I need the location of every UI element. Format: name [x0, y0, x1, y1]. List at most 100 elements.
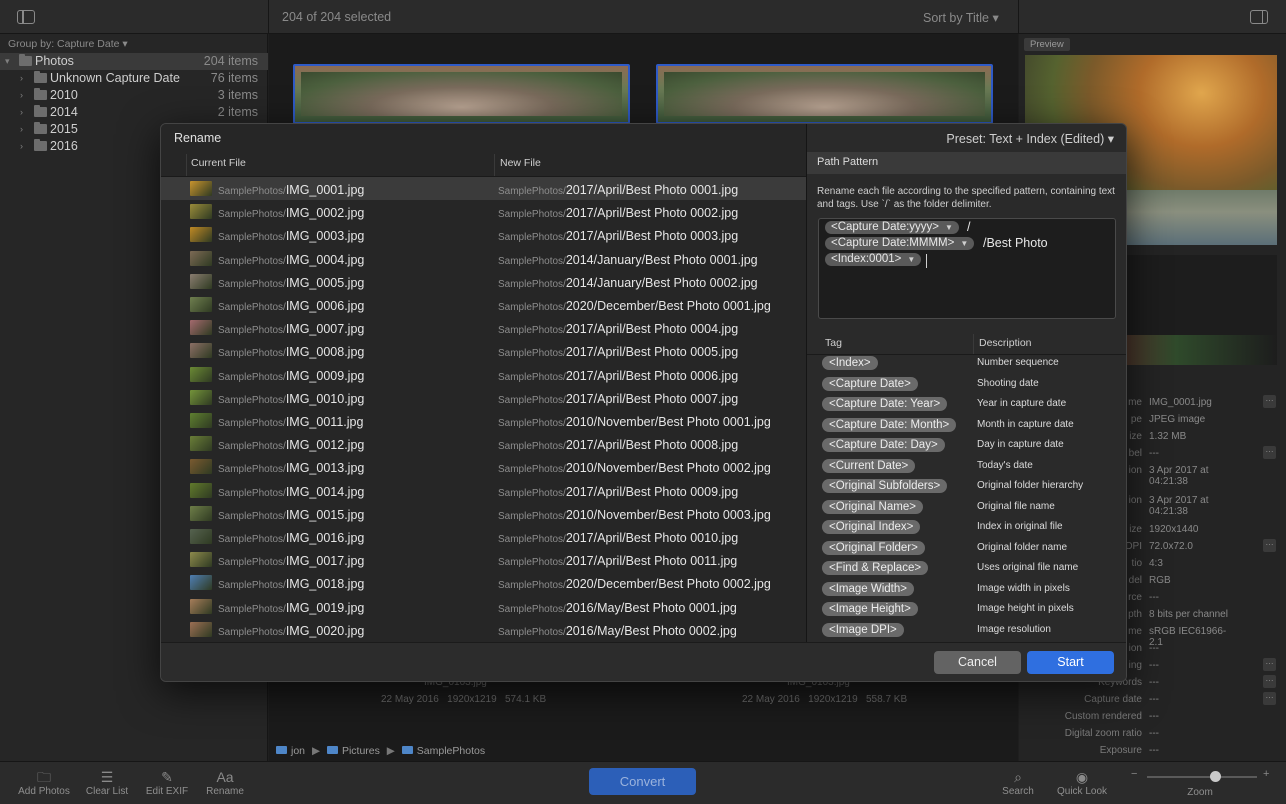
- quick-look-button[interactable]: ◉ Quick Look: [1052, 768, 1112, 797]
- file-thumbnail: [190, 505, 212, 521]
- tag-pill[interactable]: <Capture Date: Month>: [822, 417, 957, 432]
- pattern-token[interactable]: <Capture Date:yyyy> ▼: [825, 221, 959, 234]
- tree-item[interactable]: › 2014 2 items: [0, 104, 268, 121]
- top-toolbar: [0, 0, 1286, 34]
- file-row[interactable]: SamplePhotos/IMG_0020.jpg SamplePhotos/2…: [161, 618, 806, 641]
- more-icon[interactable]: ···: [1263, 395, 1276, 408]
- toggle-sidebar-icon[interactable]: [17, 10, 35, 24]
- photo-thumbnail[interactable]: [293, 64, 630, 124]
- breadcrumb-item[interactable]: jon: [291, 745, 305, 757]
- token-label: <Index:0001>: [831, 253, 902, 265]
- chevron-right-icon[interactable]: ›: [20, 124, 23, 134]
- tag-pill[interactable]: <Find & Replace>: [822, 561, 929, 575]
- search-button[interactable]: ⌕ Search: [997, 768, 1039, 797]
- file-row[interactable]: SamplePhotos/IMG_0014.jpg SamplePhotos/2…: [161, 479, 806, 502]
- file-row[interactable]: SamplePhotos/IMG_0010.jpg SamplePhotos/2…: [161, 386, 806, 409]
- preset-menu[interactable]: Preset: Text + Index (Edited) ▾: [946, 131, 1114, 146]
- rename-button[interactable]: Aa Rename: [200, 768, 250, 797]
- info-value: IMG_0001.jpg: [1149, 397, 1212, 408]
- file-row[interactable]: SamplePhotos/IMG_0013.jpg SamplePhotos/2…: [161, 455, 806, 478]
- photo-thumbnail[interactable]: [656, 64, 993, 124]
- pattern-text: /Best Photo: [983, 236, 1048, 250]
- pattern-token[interactable]: <Index:0001> ▼: [825, 253, 922, 266]
- current-file-name: IMG_0013.jpg: [285, 461, 365, 476]
- convert-button[interactable]: Convert: [589, 768, 696, 795]
- zoom-slider-handle[interactable]: [1210, 771, 1221, 782]
- zoom-label: Zoom: [1187, 787, 1213, 798]
- tree-item-photos[interactable]: ▾ Photos 204 items: [0, 53, 268, 70]
- chevron-right-icon[interactable]: ›: [20, 107, 23, 117]
- file-row[interactable]: SamplePhotos/IMG_0002.jpg SamplePhotos/2…: [161, 200, 806, 223]
- group-by-menu[interactable]: Group by: Capture Date ▾: [8, 38, 128, 50]
- clear-list-button[interactable]: ☰ Clear List: [82, 768, 132, 797]
- zoom-out-icon[interactable]: −: [1131, 768, 1137, 780]
- file-row[interactable]: SamplePhotos/IMG_0004.jpg SamplePhotos/2…: [161, 247, 806, 270]
- tag-pill[interactable]: <Original Folder>: [822, 540, 925, 555]
- preview-tab[interactable]: Preview: [1024, 38, 1070, 51]
- cancel-button[interactable]: Cancel: [934, 651, 1021, 674]
- file-row[interactable]: SamplePhotos/IMG_0016.jpg SamplePhotos/2…: [161, 525, 806, 548]
- file-row[interactable]: SamplePhotos/IMG_0011.jpg SamplePhotos/2…: [161, 409, 806, 432]
- chevron-right-icon[interactable]: ›: [20, 141, 23, 151]
- add-photos-button[interactable]: 🗀 Add Photos: [14, 768, 74, 797]
- tag-pill[interactable]: <Current Date>: [822, 458, 916, 473]
- file-thumbnail: [190, 552, 212, 568]
- tag-header[interactable]: Tag: [825, 337, 842, 349]
- info-value: ---: [1149, 745, 1159, 756]
- tag-pill[interactable]: <Original Subfolders>: [822, 479, 948, 493]
- file-row[interactable]: SamplePhotos/IMG_0015.jpg SamplePhotos/2…: [161, 502, 806, 525]
- edit-exif-button[interactable]: ✎ Edit EXIF: [142, 768, 192, 797]
- file-row[interactable]: SamplePhotos/IMG_0006.jpg SamplePhotos/2…: [161, 293, 806, 316]
- file-row[interactable]: SamplePhotos/IMG_0018.jpg SamplePhotos/2…: [161, 571, 806, 594]
- breadcrumb-item[interactable]: Pictures: [342, 745, 380, 757]
- more-icon[interactable]: ···: [1263, 692, 1276, 705]
- path-pattern-title: Path Pattern: [817, 156, 879, 168]
- file-row[interactable]: SamplePhotos/IMG_0017.jpg SamplePhotos/2…: [161, 548, 806, 571]
- file-row[interactable]: SamplePhotos/IMG_0005.jpg SamplePhotos/2…: [161, 270, 806, 293]
- tag-pill[interactable]: <Capture Date>: [822, 376, 918, 391]
- new-file-header[interactable]: New File: [500, 157, 541, 169]
- toggle-inspector-icon[interactable]: [1250, 10, 1268, 24]
- file-row[interactable]: SamplePhotos/IMG_0008.jpg SamplePhotos/2…: [161, 339, 806, 362]
- more-icon[interactable]: ···: [1263, 658, 1276, 671]
- tag-pill[interactable]: <Image DPI>: [822, 622, 904, 637]
- more-icon[interactable]: ···: [1263, 539, 1276, 552]
- current-file-header[interactable]: Current File: [191, 157, 246, 169]
- file-path-prefix: SamplePhotos/: [218, 626, 286, 638]
- more-icon[interactable]: ···: [1263, 675, 1276, 688]
- chevron-down-icon[interactable]: ▾: [5, 56, 10, 67]
- new-file-name: 2016/May/Best Photo 0002.jpg: [565, 623, 737, 638]
- zoom-in-icon[interactable]: +: [1263, 768, 1269, 780]
- sort-menu[interactable]: Sort by Title ▾: [923, 10, 999, 25]
- tag-pill[interactable]: <Image Width>: [822, 581, 914, 596]
- tree-item[interactable]: › Unknown Capture Date 76 items: [0, 70, 268, 87]
- more-icon[interactable]: ···: [1263, 446, 1276, 459]
- zoom-slider[interactable]: [1147, 776, 1257, 778]
- tag-pill[interactable]: <Original Index>: [822, 520, 921, 534]
- pattern-token[interactable]: <Capture Date:MMMM> ▼: [825, 237, 975, 250]
- path-pattern-description: Rename each file according to the specif…: [817, 186, 1115, 210]
- chevron-right-icon[interactable]: ›: [20, 90, 23, 100]
- breadcrumb-item[interactable]: SamplePhotos: [417, 745, 485, 757]
- tag-pill[interactable]: <Index>: [822, 356, 878, 370]
- chevron-down-icon: ▼: [907, 255, 916, 264]
- tree-item[interactable]: › 2010 3 items: [0, 87, 268, 104]
- tag-pill[interactable]: <Capture Date: Year>: [822, 397, 948, 411]
- file-row[interactable]: SamplePhotos/IMG_0007.jpg SamplePhotos/2…: [161, 316, 806, 339]
- chevron-right-icon[interactable]: ›: [20, 73, 23, 83]
- info-value: ---: [1149, 728, 1159, 739]
- file-row[interactable]: SamplePhotos/IMG_0001.jpg SamplePhotos/2…: [161, 177, 806, 200]
- new-file-name: 2017/April/Best Photo 0010.jpg: [565, 531, 739, 545]
- file-row[interactable]: SamplePhotos/IMG_0012.jpg SamplePhotos/2…: [161, 432, 806, 455]
- start-button[interactable]: Start: [1027, 651, 1114, 674]
- file-path-prefix: SamplePhotos/: [498, 418, 566, 429]
- file-row[interactable]: SamplePhotos/IMG_0009.jpg SamplePhotos/2…: [161, 363, 806, 386]
- current-file-name: IMG_0014.jpg: [285, 484, 365, 499]
- tag-pill[interactable]: <Capture Date: Day>: [822, 438, 945, 452]
- tag-pill[interactable]: <Image Height>: [822, 602, 918, 616]
- tag-pill[interactable]: <Original Name>: [822, 499, 923, 514]
- file-row[interactable]: SamplePhotos/IMG_0019.jpg SamplePhotos/2…: [161, 595, 806, 618]
- description-header[interactable]: Description: [979, 337, 1032, 349]
- file-row[interactable]: SamplePhotos/IMG_0003.jpg SamplePhotos/2…: [161, 223, 806, 246]
- current-file-name: IMG_0016.jpg: [285, 531, 365, 545]
